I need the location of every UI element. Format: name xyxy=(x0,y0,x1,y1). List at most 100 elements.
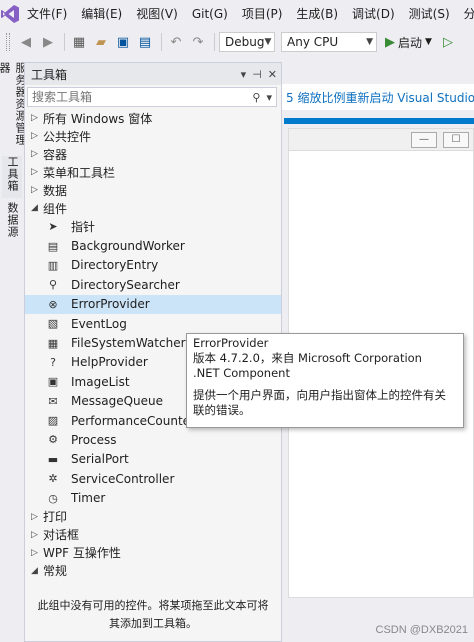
menu-item[interactable]: Git(G) xyxy=(185,0,235,28)
toolbox-group[interactable]: ▷ 所有 Windows 窗体 xyxy=(25,109,281,127)
menu-item[interactable]: 测试(S) xyxy=(402,0,457,28)
toolbox-item[interactable]: ➤ 指针 xyxy=(25,217,281,236)
toolbox-item-label: Timer xyxy=(71,491,106,506)
toolbox-group-label: 容器 xyxy=(43,147,68,162)
minimize-icon: — xyxy=(411,131,437,148)
toolbar-grip[interactable] xyxy=(6,33,10,51)
expand-caret-icon[interactable]: ▷ xyxy=(31,113,43,123)
configuration-select[interactable]: Debug ▼ xyxy=(219,32,275,52)
save-icon[interactable]: ▣ xyxy=(113,32,133,52)
toolbox-group[interactable]: ▷ 容器 xyxy=(25,145,281,163)
toolbox-group[interactable]: ▷ 打印 xyxy=(25,508,281,526)
toolbox-item-label: HelpProvider xyxy=(71,355,148,370)
toolbox-item-label: ServiceController xyxy=(71,471,175,486)
toolbar-separator xyxy=(161,33,162,51)
toolbox-item[interactable]: ▥ DirectoryEntry xyxy=(25,256,281,275)
expand-caret-icon[interactable]: ▷ xyxy=(31,512,43,522)
toolbox-item[interactable]: ▤ BackgroundWorker xyxy=(25,236,281,255)
watermark: CSDN @DXB2021 xyxy=(375,624,468,636)
expand-caret-icon[interactable]: ▷ xyxy=(31,131,43,141)
new-project-icon[interactable]: ▦ xyxy=(69,32,89,52)
toolbox-group-label: 常规 xyxy=(43,564,68,579)
toolbox-search[interactable]: ⚲ ▾ xyxy=(27,87,277,107)
toolbox-group-label: 对话框 xyxy=(43,528,80,543)
platform-select[interactable]: Any CPU ▼ xyxy=(281,32,377,52)
toolbox-item[interactable]: ⊗ ErrorProvider xyxy=(25,294,281,314)
window-position-icon[interactable]: ▾ xyxy=(241,68,247,81)
toolbox-item[interactable]: ⚙ Process xyxy=(25,430,281,449)
toolbox-item-label: ErrorProvider xyxy=(71,297,150,312)
toolbox-item-label: ImageList xyxy=(71,374,130,389)
start-label: 启动 xyxy=(398,35,423,50)
menu-item[interactable]: 分 xyxy=(457,0,474,28)
expand-caret-icon[interactable]: ▷ xyxy=(31,530,43,540)
toolbox-group[interactable]: ▷ 对话框 xyxy=(25,526,281,544)
toolbox-item-label: MessageQueue xyxy=(71,394,164,409)
chevron-down-icon[interactable]: ▾ xyxy=(266,91,272,104)
toolbox-group[interactable]: ◢ 组件 xyxy=(25,199,281,217)
event-log-icon: ▧ xyxy=(47,317,59,331)
redo-icon[interactable]: ↷ xyxy=(188,32,208,52)
toolbox-item-label: DirectoryEntry xyxy=(71,258,159,273)
menu-item[interactable]: 视图(V) xyxy=(129,0,185,28)
save-all-icon[interactable]: ▤ xyxy=(135,32,155,52)
forward-icon[interactable]: ▶ xyxy=(38,32,58,52)
toolbox-group-label: 公共控件 xyxy=(43,129,92,144)
toolbox-group[interactable]: ▷ 菜单和工具栏 xyxy=(25,163,281,181)
toolbox-group[interactable]: ◢ 常规 xyxy=(25,562,281,580)
toolbox-search-input[interactable] xyxy=(32,90,232,104)
menu-item[interactable]: 文件(F) xyxy=(20,0,74,28)
toolbox-item-label: 指针 xyxy=(71,220,96,235)
chevron-down-icon: ▼ xyxy=(366,37,373,47)
play-icon[interactable]: ▷ xyxy=(438,32,458,52)
toolbox-item[interactable]: ✲ ServiceController xyxy=(25,469,281,488)
toolbox-group-label: 菜单和工具栏 xyxy=(43,165,116,180)
configuration-value: Debug xyxy=(225,35,265,49)
undo-icon[interactable]: ↶ xyxy=(166,32,186,52)
directory-entry-icon: ▥ xyxy=(47,258,59,272)
back-icon[interactable]: ◀ xyxy=(16,32,36,52)
close-icon[interactable]: ✕ xyxy=(268,68,277,81)
expand-caret-icon[interactable]: ▷ xyxy=(31,185,43,195)
tab-toolbox[interactable]: 工具箱 xyxy=(2,156,22,198)
standard-toolbar: ◀ ▶ ▦ ▰ ▣ ▤ ↶ ↷ Debug ▼ Any CPU ▼ ▶ 启动 ▼… xyxy=(0,28,474,56)
toolbox-group-label: 组件 xyxy=(43,201,68,216)
toolbox-item-label: PerformanceCounter xyxy=(71,413,195,428)
empty-group-message: 此组中没有可用的控件。将某项拖至此文本可将其添加到工具箱。 xyxy=(37,599,269,630)
menu-item[interactable]: 调试(D) xyxy=(345,0,402,28)
collapse-caret-icon[interactable]: ◢ xyxy=(31,203,43,213)
search-icon[interactable]: ⚲ xyxy=(252,91,260,104)
toolbox-item[interactable]: ⚲ DirectorySearcher xyxy=(25,275,281,294)
menu-item[interactable]: 编辑(E) xyxy=(74,0,129,28)
tooltip-version: 版本 4.7.2.0，来自 Microsoft Corporation xyxy=(193,351,422,365)
toolbox-item[interactable]: ◷ Timer xyxy=(25,488,281,507)
platform-value: Any CPU xyxy=(287,35,339,49)
toolbox-item-label: DirectorySearcher xyxy=(71,277,180,292)
expand-caret-icon[interactable]: ▷ xyxy=(31,149,43,159)
background-worker-icon: ▤ xyxy=(47,239,59,253)
toolbox-item-label: EventLog xyxy=(71,316,127,331)
toolbox-group-label: 打印 xyxy=(43,510,68,525)
collapse-caret-icon[interactable]: ◢ xyxy=(31,566,43,576)
expand-caret-icon[interactable]: ▷ xyxy=(31,548,43,558)
toolbox-group[interactable]: ▷ 公共控件 xyxy=(25,127,281,145)
toolbox-group[interactable]: ▷ WPF 互操作性 xyxy=(25,544,281,562)
tab-server-explorer[interactable]: 服务器资源管理器 xyxy=(0,62,27,150)
message-queue-icon: ✉ xyxy=(48,394,58,408)
visual-studio-logo-icon[interactable] xyxy=(0,0,20,28)
toolbox-item[interactable]: ▬ SerialPort xyxy=(25,450,281,469)
toolbox-group[interactable]: ▷ 数据 xyxy=(25,181,281,199)
toolbox-item-label: Process xyxy=(71,432,117,447)
start-button[interactable]: ▶ 启动 ▼ xyxy=(385,32,432,52)
service-controller-icon: ✲ xyxy=(48,472,58,486)
directory-searcher-icon: ⚲ xyxy=(48,278,58,292)
tab-data-sources[interactable]: 数据源 xyxy=(2,202,22,242)
tooltip-title: ErrorProvider xyxy=(193,336,269,350)
menu-item[interactable]: 项目(P) xyxy=(235,0,290,28)
expand-caret-icon[interactable]: ▷ xyxy=(31,167,43,177)
pin-icon[interactable]: ⊣ xyxy=(252,68,262,81)
menu-item[interactable]: 生成(B) xyxy=(289,0,345,28)
toolbox-item[interactable]: ▧ EventLog xyxy=(25,314,281,333)
open-folder-icon[interactable]: ▰ xyxy=(91,32,111,52)
info-bar-text[interactable]: 5 缩放比例重新启动 Visual Studio xyxy=(286,89,474,106)
